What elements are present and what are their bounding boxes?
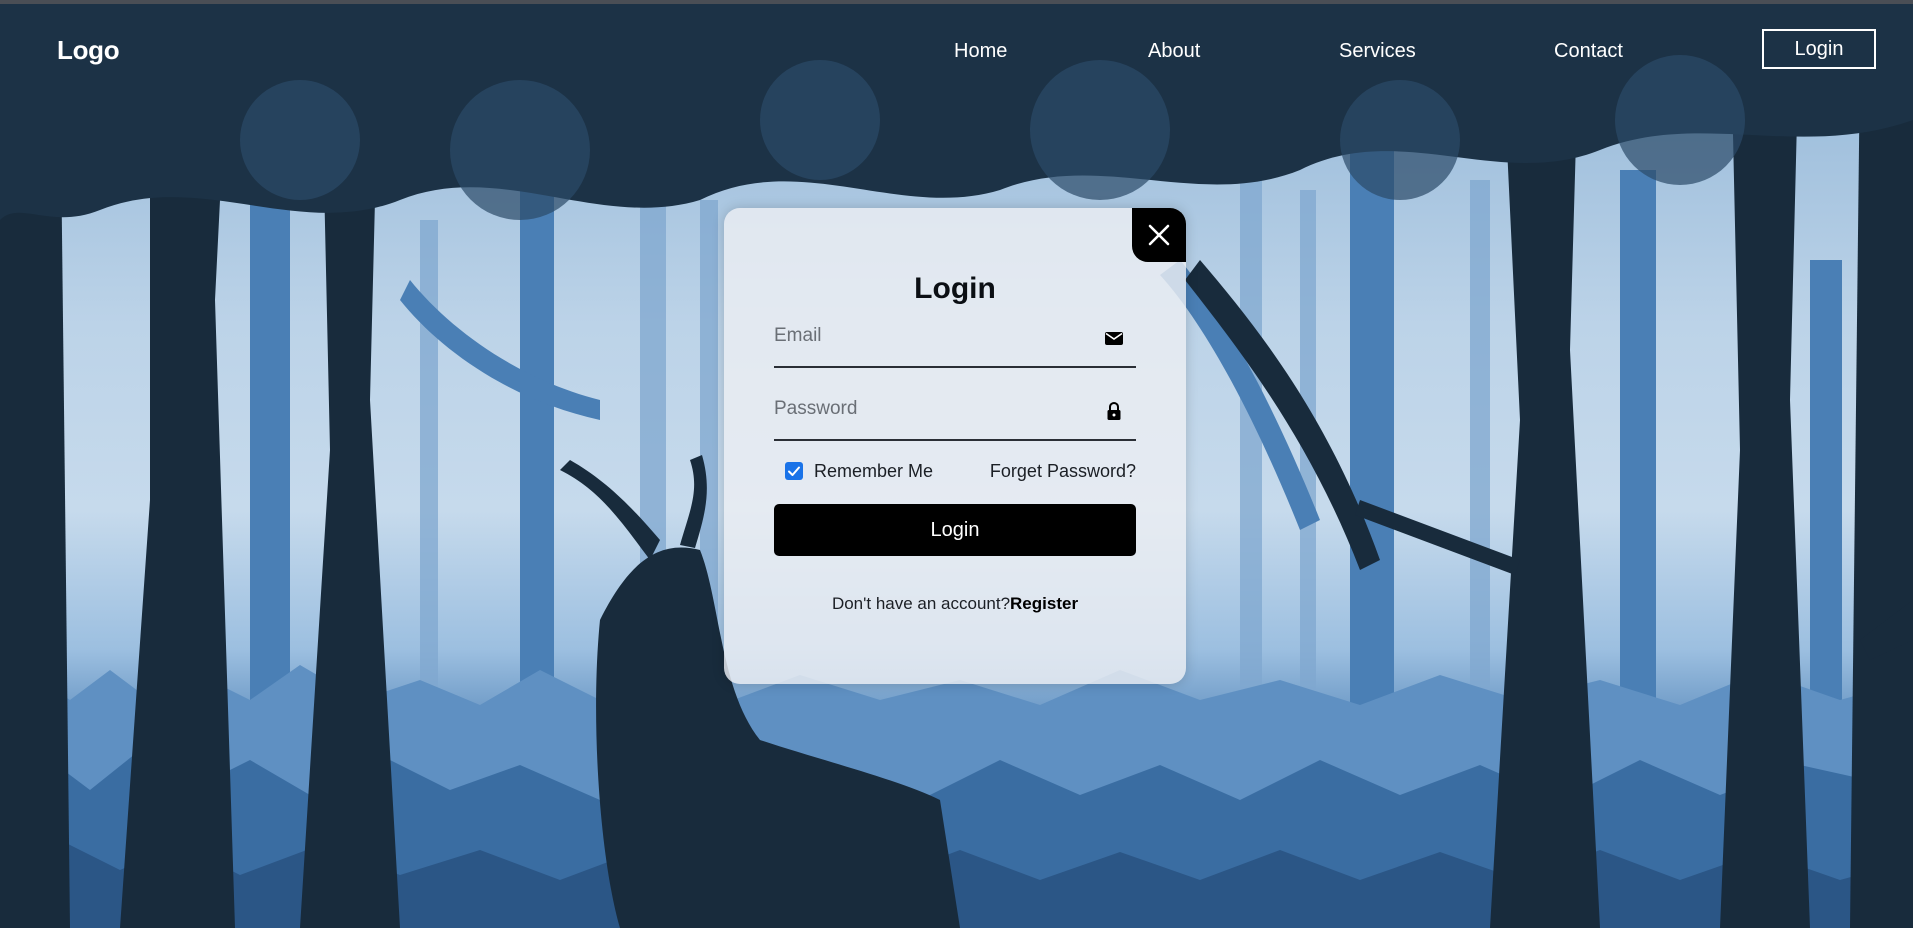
nav-link-contact[interactable]: Contact — [1554, 40, 1623, 63]
close-button[interactable] — [1132, 208, 1186, 262]
email-input-box — [774, 316, 1136, 368]
remember-me-checkbox[interactable] — [785, 462, 803, 480]
page: Logo Home About Services Contact Login L… — [0, 0, 1913, 928]
login-title: Login — [914, 272, 996, 305]
remember-me-label[interactable]: Remember Me — [814, 461, 933, 482]
top-navigation: Logo Home About Services Contact Login — [0, 4, 1913, 96]
remember-row: Remember Me Forget Password? — [785, 459, 1136, 485]
password-input-box — [774, 389, 1136, 441]
nav-link-services[interactable]: Services — [1339, 40, 1416, 63]
logo: Logo — [57, 35, 120, 65]
register-prompt: Don't have an account? — [831, 594, 1011, 613]
register-link[interactable]: Register — [1010, 594, 1078, 613]
login-card: Login Remember Me Forget Passw — [724, 208, 1186, 684]
close-icon — [1148, 224, 1170, 246]
password-input[interactable] — [774, 389, 1094, 429]
envelope-icon — [1105, 332, 1123, 345]
register-row: Don't have an account?Register — [724, 594, 1186, 614]
checkmark-icon — [788, 466, 800, 476]
forget-password-link[interactable]: Forget Password? — [990, 461, 1136, 482]
lock-icon — [1107, 401, 1121, 420]
login-submit-button[interactable]: Login — [774, 504, 1136, 556]
email-input[interactable] — [774, 316, 1094, 356]
nav-login-button[interactable]: Login — [1762, 29, 1876, 69]
nav-link-home[interactable]: Home — [954, 40, 1007, 63]
nav-link-about[interactable]: About — [1148, 40, 1200, 63]
